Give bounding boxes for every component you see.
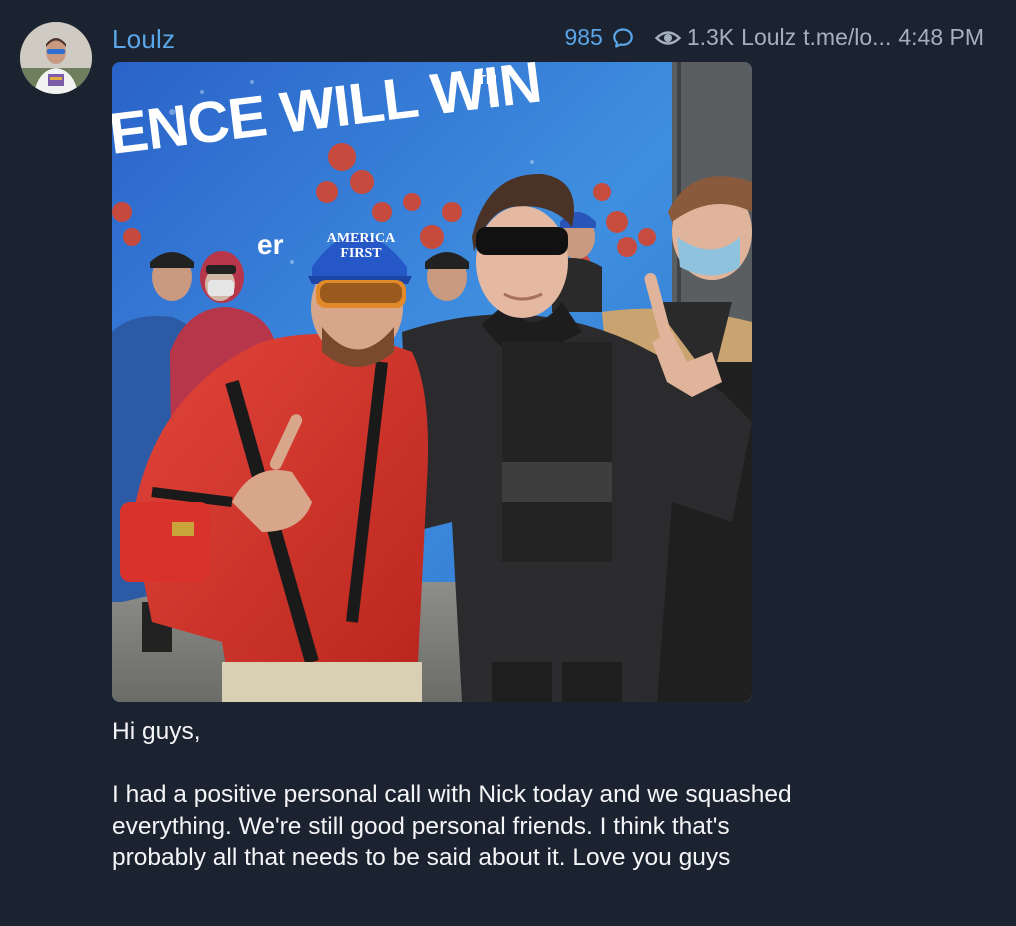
views-count: 1.3K (686, 24, 735, 50)
banner-tm: TM (478, 72, 497, 87)
message-greeting: Hi guys, (112, 718, 201, 745)
message-text: Hi guys, I had a positive personal call … (112, 716, 792, 874)
cap-text-line2: FIRST (340, 246, 382, 261)
replies-button[interactable]: 985 (564, 24, 654, 51)
post-meta: 985 1.3K Loulz t.me/lo... 4:48 PM (564, 24, 984, 51)
post-signature: Loulz (741, 24, 797, 50)
replies-count: 985 (564, 24, 603, 50)
post-photo[interactable]: ENCE WILL WIN TM er AMERICA FIRST (112, 62, 752, 702)
post-time: 4:48 PM (898, 24, 984, 50)
photo-image: ENCE WILL WIN TM er AMERICA FIRST (112, 62, 752, 702)
eye-icon (654, 30, 681, 45)
avatar-image (20, 22, 92, 94)
author-avatar[interactable] (20, 22, 92, 94)
channel-post: Loulz 985 1.3K Loulz t.me/lo... 4:48 PM (0, 0, 1016, 926)
banner-partial-text: er (257, 229, 284, 260)
author-name[interactable]: Loulz (112, 24, 175, 55)
message-body: I had a positive personal call with Nick… (112, 781, 792, 871)
channel-link[interactable]: t.me/lo... (803, 24, 891, 51)
comment-bubble-icon (613, 27, 633, 48)
cap-text-line1: AMERICA (327, 231, 396, 246)
